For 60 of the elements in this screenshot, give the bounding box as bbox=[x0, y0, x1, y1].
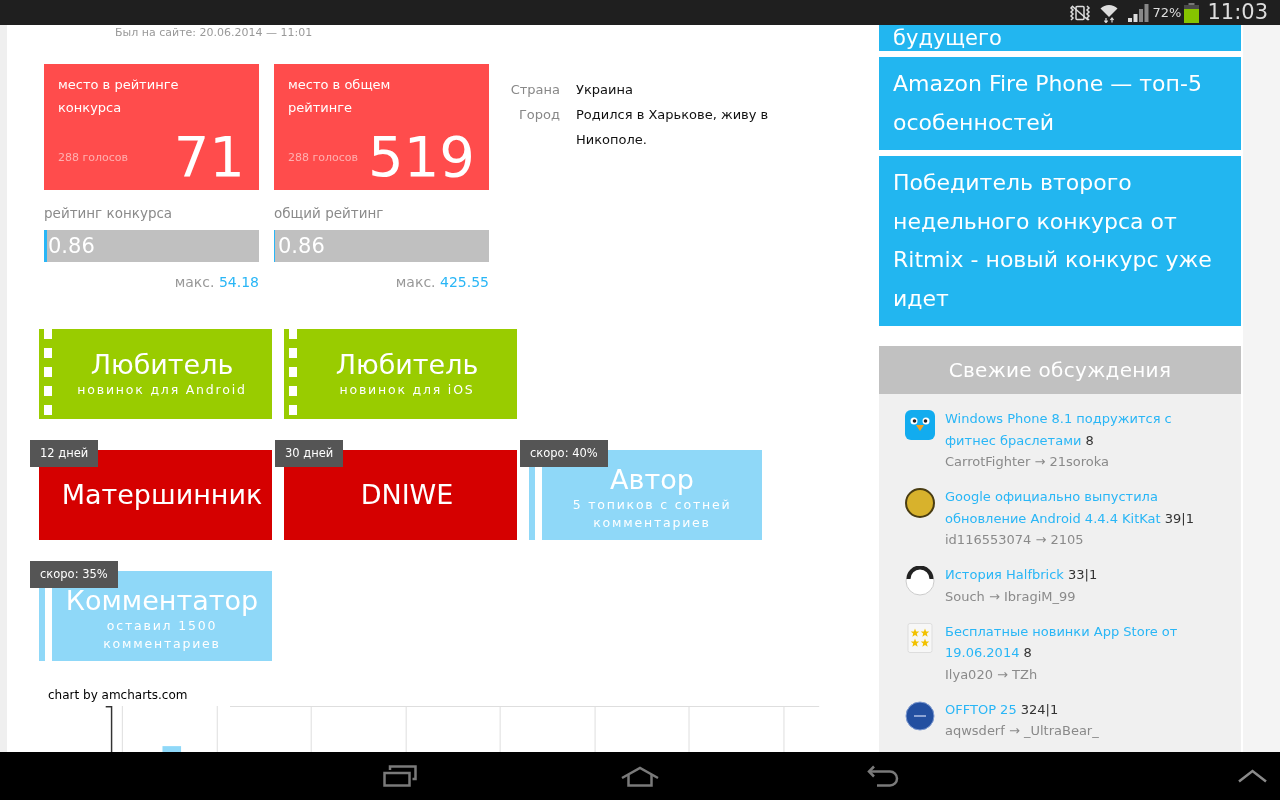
achievement-tag: скоро: 35% bbox=[30, 561, 118, 588]
phone-slash-icon bbox=[1068, 4, 1091, 21]
home-icon[interactable] bbox=[620, 765, 660, 787]
battery-icon bbox=[1184, 2, 1200, 23]
achievement-title: Матершинник bbox=[61, 479, 263, 511]
back-icon[interactable] bbox=[865, 765, 901, 787]
stars-document-icon bbox=[905, 622, 935, 653]
vote-count: 288 голосов bbox=[288, 150, 359, 164]
wifi-icon bbox=[1098, 2, 1119, 23]
discussion-title[interactable]: OFFTOP 25 324|1 bbox=[945, 698, 1059, 720]
achievement-title: Автор bbox=[610, 464, 694, 496]
rating-value: 0.86 bbox=[48, 233, 95, 260]
achievement-tag: скоро: 40% bbox=[520, 440, 608, 467]
achievement-description: новинок для iOS bbox=[339, 381, 475, 399]
achievement-title: Любитель bbox=[90, 349, 234, 381]
rank-place: 519 bbox=[368, 129, 475, 185]
discussion-title[interactable]: Windows Phone 8.1 подружится с фитнес браслетами 8 bbox=[945, 408, 1210, 451]
discussion-title[interactable]: Google официально выпустила обновление Android 4.4.4 KitKat 39|1 bbox=[945, 486, 1210, 529]
avatar-icon bbox=[905, 566, 935, 596]
achievement-title: DNIWE bbox=[360, 479, 454, 511]
discussion-title[interactable]: История Halfbrick 33|1 bbox=[945, 564, 1098, 586]
achievement-tag: 30 дней bbox=[275, 440, 344, 467]
avatar-icon bbox=[905, 700, 935, 731]
chart-bar bbox=[162, 746, 182, 752]
rating-value: 0.86 bbox=[278, 233, 325, 260]
rank-label: место в рейтинге конкурса bbox=[58, 76, 180, 117]
recent-apps-icon[interactable] bbox=[383, 765, 417, 787]
chart-credit-link[interactable]: chart by amcharts.com bbox=[48, 688, 188, 702]
vote-count: 288 голосов bbox=[58, 150, 129, 164]
discussion-title[interactable]: Бесплатные новинки App Store от 19.06.2014 8 bbox=[945, 620, 1210, 664]
achievement-tag: 12 дней bbox=[30, 440, 99, 467]
rank-label: место в общем рейтинге bbox=[288, 76, 392, 117]
max-rating: макс. 54.18 bbox=[174, 273, 259, 292]
discussion-authors: Souch → IbragiM_99 bbox=[945, 587, 1076, 606]
clock: 11:03 bbox=[1207, 0, 1268, 25]
achievement-description: 5 топиков с сотней комментариев bbox=[571, 496, 733, 532]
avatar-icon bbox=[905, 488, 935, 518]
chevron-up-icon[interactable] bbox=[1237, 769, 1268, 783]
rating-label: рейтинг конкурса bbox=[44, 204, 173, 222]
info-label: Страна bbox=[510, 81, 560, 99]
rank-place: 71 bbox=[173, 129, 245, 185]
bird-avatar-icon bbox=[905, 410, 935, 440]
y-axis bbox=[104, 706, 113, 752]
discussion-authors: CarrotFighter → 21soroka bbox=[945, 453, 1110, 471]
signal-icon bbox=[1126, 3, 1149, 22]
rating-label: общий рейтинг bbox=[274, 204, 384, 222]
max-rating: макс. 425.55 bbox=[395, 273, 489, 292]
achievement-title: Любитель bbox=[335, 349, 479, 381]
achievement-description: новинок для Android bbox=[77, 381, 247, 399]
achievement-title: Комментатор bbox=[65, 585, 259, 617]
section-header: Свежие обсуждения bbox=[879, 346, 1241, 394]
info-value: Украина bbox=[576, 81, 634, 99]
discussion-authors: id116553074 → 2105 bbox=[945, 531, 1084, 549]
battery-percent: 72% bbox=[1152, 5, 1182, 20]
info-value: Родился в Харькове, живу в Никополе. bbox=[576, 106, 770, 149]
discussion-authors: Ilya020 → TZh bbox=[945, 665, 1038, 684]
achievement-description: оставил 1500 комментариев bbox=[102, 617, 222, 653]
last-seen-text: Был на сайте: 20.06.2014 — 11:01 bbox=[115, 26, 313, 39]
info-label: Город bbox=[518, 106, 560, 124]
discussion-authors: aqwsderf → _UltraBear_ bbox=[945, 722, 1099, 740]
